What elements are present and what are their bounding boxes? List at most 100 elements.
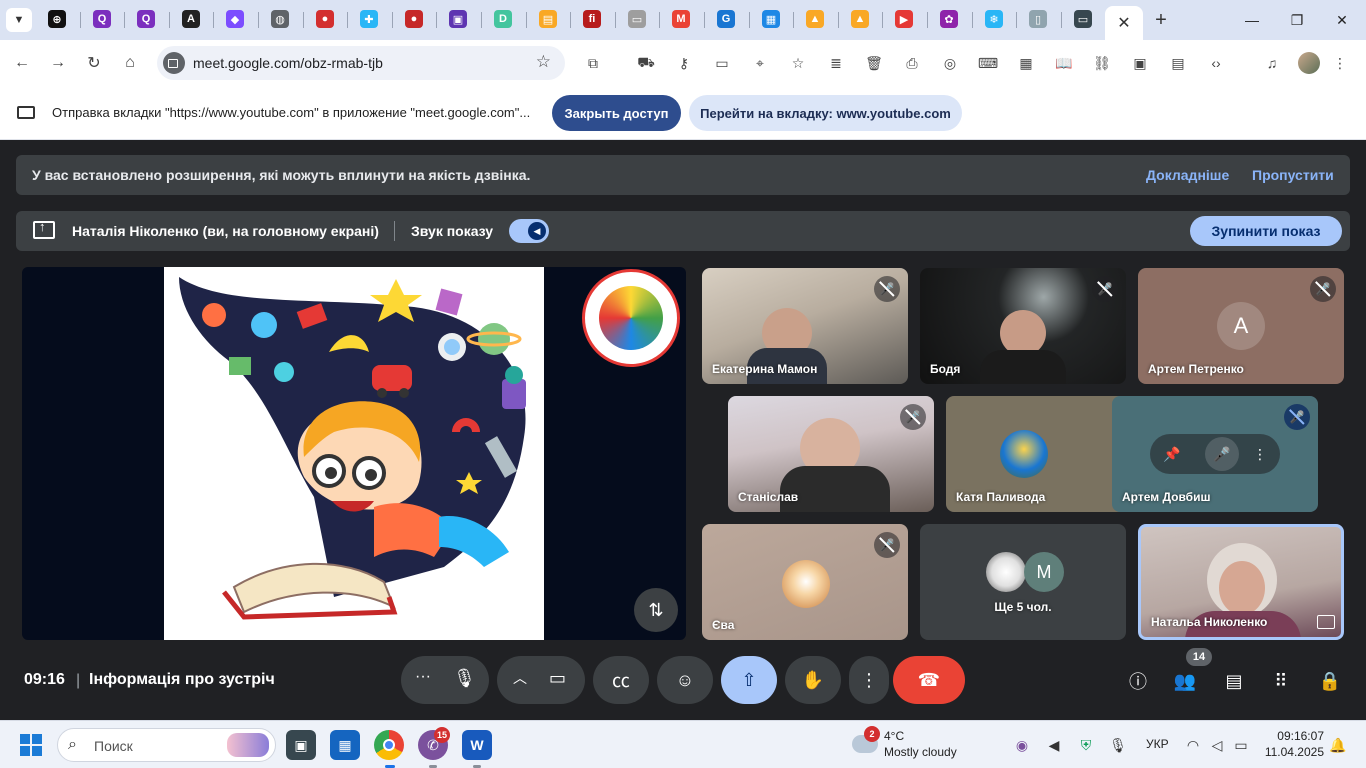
chevron-up-icon[interactable]: ︿ xyxy=(513,668,527,688)
participant-tile[interactable]: 🎤 Екатерина Мамон xyxy=(702,268,908,384)
reactions-button[interactable]: ☺ xyxy=(657,656,713,704)
g-app-icon[interactable]: G xyxy=(717,10,735,28)
go-to-tab-button[interactable]: Перейти на вкладку: www.youtube.com xyxy=(689,95,962,131)
key-icon[interactable]: ⚷ xyxy=(674,53,694,73)
profile-avatar[interactable] xyxy=(1298,52,1320,74)
minimize-button[interactable]: — xyxy=(1237,8,1267,32)
task-view-icon[interactable]: ▣ xyxy=(286,730,316,760)
audio-settings-icon[interactable]: ··· xyxy=(415,668,431,686)
red-ball-icon[interactable]: ● xyxy=(316,10,334,28)
chat-app-icon[interactable]: ✿ xyxy=(940,10,958,28)
active-tab[interactable]: ✕ xyxy=(1105,6,1143,40)
host-controls-icon[interactable]: 🔒 xyxy=(1317,668,1343,694)
skip-link[interactable]: Пропустити xyxy=(1252,167,1334,183)
puzzle-app-icon[interactable]: ✚ xyxy=(360,10,378,28)
table-icon[interactable]: ▤ xyxy=(1168,53,1188,73)
learn-more-link[interactable]: Докладніше xyxy=(1146,167,1229,183)
extensions-puzzle-icon[interactable]: ⧉ xyxy=(583,53,603,73)
participant-tile[interactable]: 🎤 Єва xyxy=(702,524,908,640)
lens-icon[interactable]: ◎ xyxy=(940,53,960,73)
taskbar-clock-time[interactable]: 09:16:07 xyxy=(1272,729,1324,743)
activities-icon[interactable]: ⠿ xyxy=(1268,668,1294,694)
bell-app-icon[interactable]: ▲ xyxy=(851,10,869,28)
gmail-icon[interactable]: M xyxy=(672,10,690,28)
grid-app-icon[interactable]: ▦ xyxy=(762,10,780,28)
pin-icon[interactable]: 📌 xyxy=(1162,444,1182,464)
openai-icon[interactable]: ⊕ xyxy=(48,10,66,28)
store-icon[interactable]: ▦ xyxy=(330,730,360,760)
swap-layout-button[interactable]: ⇅ xyxy=(634,588,678,632)
youtube-icon[interactable]: ▶ xyxy=(895,10,913,28)
red-ball-icon[interactable]: ● xyxy=(405,10,423,28)
word-icon[interactable]: W xyxy=(462,730,492,760)
participant-tile[interactable]: 🎤 📌 🎤 ⋮ Артем Довбиш xyxy=(1112,396,1318,512)
forward-button[interactable]: → xyxy=(46,51,70,75)
back-button[interactable]: ← xyxy=(10,51,34,75)
trash-icon[interactable]: 🗑 xyxy=(864,53,884,73)
taskbar-clock-date[interactable]: 11.04.2025 xyxy=(1262,745,1324,759)
location-pin-icon[interactable]: ⌖ xyxy=(750,53,770,73)
bookmark-star-icon[interactable]: ☆ xyxy=(536,52,551,72)
doc-app-icon[interactable]: ▯ xyxy=(1029,10,1047,28)
card-icon[interactable]: ▭ xyxy=(712,53,732,73)
people-icon[interactable]: 👥 xyxy=(1172,668,1198,694)
new-tab-button[interactable]: + xyxy=(1150,8,1172,32)
chat-icon[interactable]: ▤ xyxy=(1221,668,1247,694)
input-language[interactable]: УКР xyxy=(1146,737,1169,751)
leave-call-button[interactable]: ☎ xyxy=(893,656,965,704)
cast-icon[interactable]: ▣ xyxy=(1130,53,1150,73)
speaker-icon[interactable]: ◁ xyxy=(1207,735,1227,755)
photo-app-icon[interactable]: ▤ xyxy=(539,10,557,28)
tab-search-button[interactable]: ▼ xyxy=(6,8,32,32)
taskbar-search[interactable]: ⌕ Поиск xyxy=(57,728,276,762)
screen-app-icon[interactable]: ▭ xyxy=(1074,10,1092,28)
hexagon-app-icon[interactable]: ◆ xyxy=(226,10,244,28)
gradient-app-icon[interactable]: ▣ xyxy=(449,10,467,28)
notifications-bell-icon[interactable]: 🔔 xyxy=(1328,735,1348,755)
print-icon[interactable]: ⎙ xyxy=(902,53,922,73)
snowflake-icon[interactable]: ❄ xyxy=(985,10,1003,28)
camera-in-use-icon[interactable] xyxy=(163,52,185,74)
chrome-icon[interactable] xyxy=(374,730,404,760)
stop-sharing-button[interactable]: Закрыть доступ xyxy=(552,95,681,131)
picture-in-picture-icon[interactable] xyxy=(1317,615,1335,629)
car-icon[interactable]: ⛟ xyxy=(636,53,656,73)
canva-icon[interactable]: A xyxy=(182,10,200,28)
home-button[interactable]: ⌂ xyxy=(118,51,142,75)
close-tab-icon[interactable]: ✕ xyxy=(1117,13,1130,33)
address-bar[interactable]: meet.google.com/obz-rmab-tjb ☆ xyxy=(157,46,565,80)
meeting-info-icon[interactable]: ⓘ xyxy=(1125,668,1151,694)
qr-code-icon[interactable]: ▦ xyxy=(1016,53,1036,73)
captions-button[interactable]: ㏄ xyxy=(593,656,649,704)
bell-app-icon[interactable]: ▲ xyxy=(806,10,824,28)
reader-icon[interactable]: ≣ xyxy=(826,53,846,73)
raise-hand-button[interactable]: ✋ xyxy=(785,656,841,704)
camera-icon[interactable]: ▭ xyxy=(549,668,566,689)
media-control-icon[interactable]: ♫ xyxy=(1262,53,1282,73)
security-tray-icon[interactable]: ⛨ xyxy=(1076,735,1096,755)
viber-tray-icon[interactable]: ◉ xyxy=(1012,735,1032,755)
star-list-icon[interactable]: ☆ xyxy=(788,53,808,73)
wifi-icon[interactable]: ◠ xyxy=(1183,735,1203,755)
present-button[interactable]: ⇧ xyxy=(721,656,777,704)
stop-presenting-button[interactable]: Зупинити показ xyxy=(1190,216,1342,246)
windows-start-icon[interactable] xyxy=(20,734,42,756)
maximize-button[interactable]: ❐ xyxy=(1282,8,1312,32)
volume-tray-icon[interactable]: ◀ xyxy=(1044,735,1064,755)
participant-tile[interactable]: 🎤 Станіслав xyxy=(728,396,934,512)
fi-app-icon[interactable]: fi xyxy=(583,10,601,28)
microphone-tray-icon[interactable]: 🎙 xyxy=(1108,735,1128,755)
participant-tile[interactable]: 🎤 Бодя xyxy=(920,268,1126,384)
reload-button[interactable]: ↻ xyxy=(82,51,106,75)
self-view-tile[interactable]: Натальа Николенко xyxy=(1138,524,1344,640)
reading-mode-icon[interactable]: 📖 xyxy=(1054,53,1074,73)
participant-tile[interactable]: A 🎤 Артем Петренко xyxy=(1138,268,1344,384)
address-url[interactable]: meet.google.com/obz-rmab-tjb xyxy=(193,55,383,71)
share-audio-toggle[interactable]: ◀ xyxy=(509,219,549,243)
code-icon[interactable]: ‹› xyxy=(1206,53,1226,73)
more-options-icon[interactable]: ⋮ xyxy=(1250,444,1270,464)
mute-participant-icon[interactable]: 🎤 xyxy=(1205,437,1239,471)
slides-icon[interactable]: ▭ xyxy=(628,10,646,28)
quora-icon[interactable]: Q xyxy=(137,10,155,28)
meeting-details-link[interactable]: Інформація про зустріч xyxy=(89,671,275,689)
